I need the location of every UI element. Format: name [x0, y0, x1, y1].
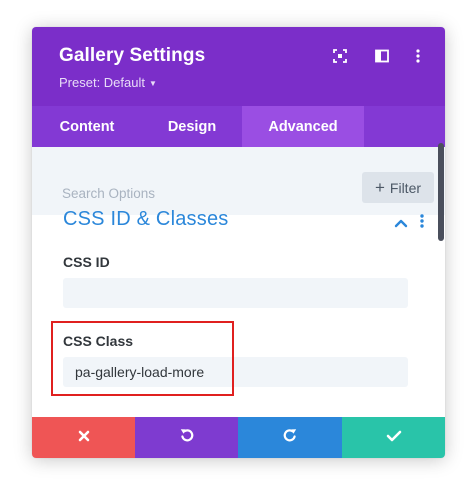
modal-footer — [32, 417, 445, 458]
tab-design[interactable]: Design — [142, 106, 242, 147]
preset-dropdown[interactable]: Preset: Default ▼ — [59, 75, 157, 90]
more-options-icon[interactable] — [410, 48, 426, 64]
scrollbar[interactable] — [438, 143, 444, 241]
css-id-input[interactable] — [63, 278, 408, 308]
undo-icon — [179, 427, 195, 448]
section-title[interactable]: CSS ID & Classes — [63, 208, 228, 231]
css-id-label: CSS ID — [63, 254, 110, 270]
filter-label: Filter — [389, 179, 422, 196]
undo-button[interactable] — [135, 417, 238, 458]
css-class-input[interactable]: pa-gallery-load-more — [63, 357, 408, 387]
checkmark-icon — [386, 429, 402, 447]
expand-icon[interactable] — [332, 48, 348, 64]
modal-title: Gallery Settings — [59, 45, 206, 66]
close-icon — [78, 429, 90, 447]
settings-tabs: Content Design Advanced — [32, 106, 445, 147]
section-options-icon[interactable] — [418, 213, 426, 234]
gallery-settings-modal: Gallery Settings Preset: Default ▼ Conte… — [32, 27, 445, 458]
search-bar: Search Options + Filter — [32, 147, 445, 215]
chevron-up-icon[interactable] — [394, 215, 408, 233]
css-class-label: CSS Class — [63, 333, 134, 349]
tab-advanced[interactable]: Advanced — [242, 106, 364, 147]
sidebar-toggle-icon[interactable] — [374, 48, 390, 64]
redo-icon — [282, 427, 298, 448]
modal-header: Gallery Settings Preset: Default ▼ — [32, 27, 445, 106]
redo-button[interactable] — [238, 417, 342, 458]
discard-button[interactable] — [32, 417, 135, 458]
search-input[interactable]: Search Options — [62, 186, 155, 201]
caret-down-icon: ▼ — [149, 78, 157, 88]
tab-content[interactable]: Content — [32, 106, 142, 147]
plus-icon: + — [374, 177, 385, 197]
filter-button[interactable]: + Filter — [362, 172, 434, 203]
save-button[interactable] — [342, 417, 445, 458]
preset-label: Preset: Default — [59, 75, 145, 90]
